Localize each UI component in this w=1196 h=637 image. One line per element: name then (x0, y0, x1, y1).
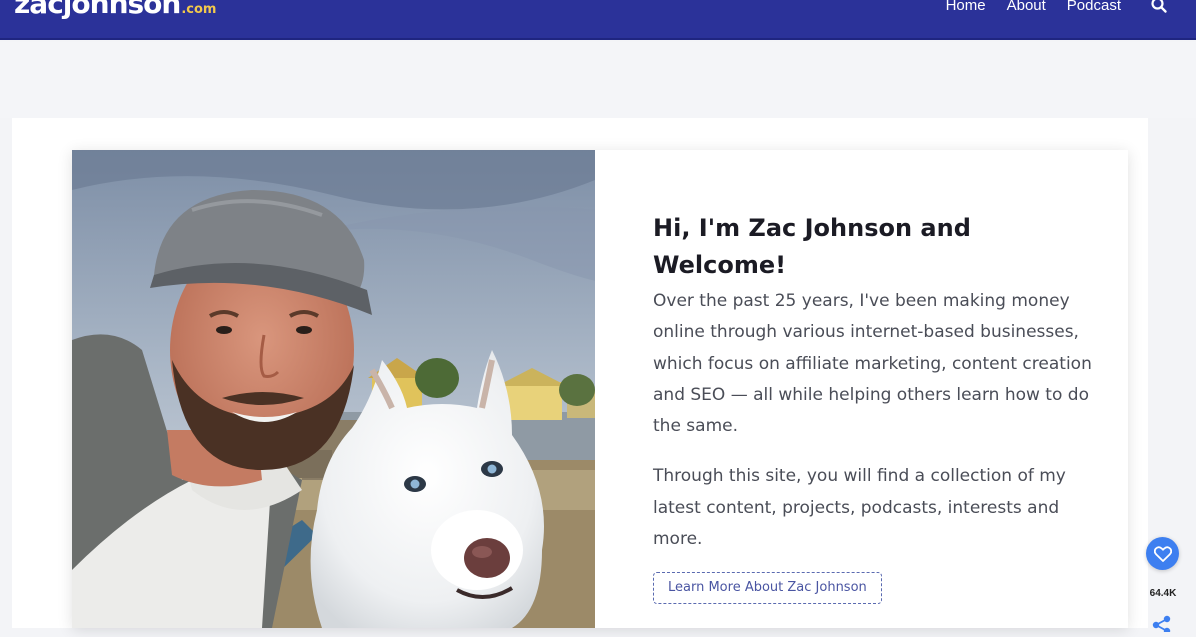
learn-more-button[interactable]: Learn More About Zac Johnson (653, 572, 882, 605)
hero-about-paragraph: Through this site, you will find a colle… (653, 466, 1066, 550)
heart-icon[interactable] (1146, 537, 1179, 570)
logo-text-johnson: johnson (62, 0, 182, 20)
hero-title: Hi, I'm Zac Johnson and Welcome! (653, 214, 971, 279)
hero-intro-paragraph: Over the past 25 years, I've been making… (653, 291, 1092, 437)
share-count: 64.4K (1149, 588, 1177, 599)
nav-about[interactable]: About (1007, 0, 1046, 15)
nav-home[interactable]: Home (946, 0, 986, 15)
hero-photo (72, 150, 595, 628)
hero-text: Hi, I'm Zac Johnson and Welcome! Over th… (653, 210, 1093, 605)
share-icon[interactable] (1149, 612, 1175, 635)
site-header: zacjohnson.com Home About Podcast (0, 0, 1196, 40)
site-logo[interactable]: zacjohnson.com (14, 0, 216, 24)
top-band (0, 42, 1196, 118)
logo-text-zac: zac (14, 0, 64, 20)
hero-card: Hi, I'm Zac Johnson and Welcome! Over th… (72, 150, 1128, 628)
nav-podcast[interactable]: Podcast (1067, 0, 1121, 15)
main-nav: Home About Podcast (946, 0, 1168, 15)
logo-text-tld: .com (181, 2, 217, 17)
search-icon[interactable] (1150, 0, 1168, 14)
